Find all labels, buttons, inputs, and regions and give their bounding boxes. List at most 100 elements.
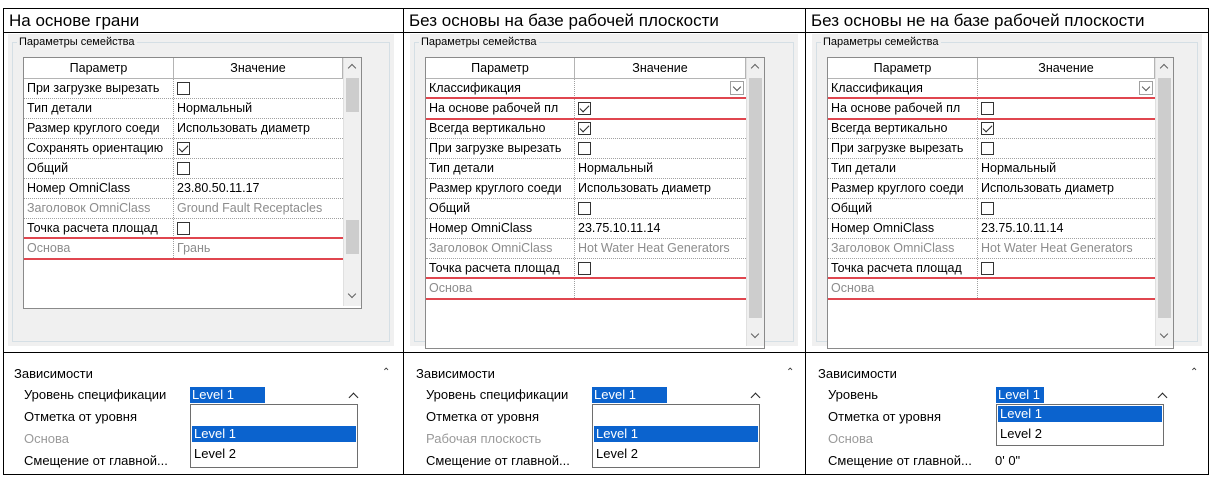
table-row[interactable]: Точка расчета площад: [24, 219, 343, 239]
dropdown-option[interactable]: Level 1: [192, 426, 356, 442]
collapse-icon[interactable]: ⌃: [786, 368, 794, 378]
dropdown-option[interactable]: Level 2: [594, 446, 758, 462]
scrollbar-thumb[interactable]: [346, 220, 359, 254]
table-row[interactable]: Номер OmniClass 23.75.10.11.14: [828, 219, 1155, 239]
checkbox[interactable]: [177, 162, 190, 175]
table-row[interactable]: Точка расчета площад: [426, 259, 746, 279]
table-row[interactable]: Номер OmniClass 23.80.50.11.17: [24, 179, 343, 199]
table-row[interactable]: При загрузке вырезать: [24, 79, 343, 99]
table-row[interactable]: Тип детали Нормальный: [828, 159, 1155, 179]
table-row[interactable]: Заголовок OmniClass Hot Water Heat Genera…: [426, 239, 746, 259]
vertical-scrollbar[interactable]: [343, 58, 361, 306]
collapse-icon[interactable]: ⌃: [382, 368, 390, 378]
parameter-value[interactable]: 23.80.50.11.17: [174, 179, 342, 198]
parameter-value[interactable]: [978, 79, 1154, 98]
parameter-value[interactable]: [575, 259, 745, 278]
checkbox[interactable]: [981, 122, 994, 135]
parameter-value[interactable]: [978, 119, 1154, 138]
column-header-value[interactable]: Значение: [978, 58, 1155, 78]
checkbox[interactable]: [578, 142, 591, 155]
table-row[interactable]: Общий: [24, 159, 343, 179]
parameter-value[interactable]: [575, 199, 745, 218]
dropdown-option[interactable]: Level 1: [998, 406, 1162, 422]
table-row[interactable]: Всегда вертикально: [828, 119, 1155, 139]
dropdown-option[interactable]: Level 2: [998, 426, 1162, 442]
scroll-up-icon[interactable]: [344, 58, 361, 75]
parameter-value[interactable]: [174, 219, 342, 238]
checkbox[interactable]: [578, 262, 591, 275]
table-row[interactable]: При загрузке вырезать: [828, 139, 1155, 159]
parameter-value[interactable]: [174, 159, 342, 178]
parameter-value[interactable]: [575, 79, 745, 98]
scroll-down-icon[interactable]: [344, 287, 361, 304]
parameter-value[interactable]: Hot Water Heat Generators: [575, 239, 745, 258]
table-row[interactable]: Точка расчета площад: [828, 259, 1155, 279]
scrollbar-thumb[interactable]: [1158, 78, 1171, 318]
level-select[interactable]: Level 1: [996, 387, 1044, 403]
parameter-value[interactable]: [978, 139, 1154, 158]
parameter-value[interactable]: [978, 199, 1154, 218]
checkbox[interactable]: [981, 142, 994, 155]
checkbox[interactable]: [981, 202, 994, 215]
dropdown-option[interactable]: Level 1: [594, 426, 758, 442]
table-row[interactable]: Заголовок OmniClass Ground Fault Receptac…: [24, 199, 343, 219]
checkbox[interactable]: [578, 202, 591, 215]
scrollbar-thumb[interactable]: [749, 78, 762, 318]
parameter-value[interactable]: 23.75.10.11.14: [575, 219, 745, 238]
parameter-value[interactable]: [978, 259, 1154, 278]
table-row[interactable]: Номер OmniClass 23.75.10.11.14: [426, 219, 746, 239]
level-dropdown[interactable]: Level 1 Level 2: [190, 404, 358, 468]
checkbox[interactable]: [177, 142, 190, 155]
offset-value[interactable]: 0' 0": [995, 453, 1020, 469]
table-row[interactable]: Тип детали Нормальный: [426, 159, 746, 179]
table-row[interactable]: Размер круглого соеди Использовать диамет…: [24, 119, 343, 139]
parameters-table[interactable]: Параметр Значение Классификация На основе р…: [827, 57, 1174, 349]
scroll-down-icon[interactable]: [1156, 327, 1173, 344]
parameter-value[interactable]: Hot Water Heat Generators: [978, 239, 1154, 258]
table-row[interactable]: Общий: [828, 199, 1155, 219]
parameter-value[interactable]: Использовать диаметр: [174, 119, 342, 138]
checkbox[interactable]: [177, 222, 190, 235]
parameter-value[interactable]: [575, 139, 745, 158]
chevron-down-icon[interactable]: [730, 81, 744, 95]
parameter-value[interactable]: Ground Fault Receptacles: [174, 199, 342, 218]
parameter-value[interactable]: Использовать диаметр: [978, 179, 1154, 198]
table-row[interactable]: Размер круглого соеди Использовать диамет…: [426, 179, 746, 199]
table-row[interactable]: Классификация: [828, 79, 1155, 99]
column-header-value[interactable]: Значение: [174, 58, 343, 78]
table-row[interactable]: При загрузке вырезать: [426, 139, 746, 159]
scrollbar-thumb[interactable]: [346, 78, 359, 112]
scroll-down-icon[interactable]: [747, 327, 764, 344]
dropdown-option[interactable]: Level 2: [192, 446, 356, 462]
checkbox[interactable]: [578, 122, 591, 135]
parameter-value[interactable]: [575, 119, 745, 138]
table-row[interactable]: Всегда вертикально: [426, 119, 746, 139]
table-row[interactable]: Тип детали Нормальный: [24, 99, 343, 119]
table-row[interactable]: Сохранять ориентацию: [24, 139, 343, 159]
parameter-value[interactable]: [174, 79, 342, 98]
column-header-parameter[interactable]: Параметр: [24, 58, 174, 78]
level-select[interactable]: Level 1: [190, 387, 265, 403]
column-header-value[interactable]: Значение: [575, 58, 746, 78]
vertical-scrollbar[interactable]: [746, 58, 764, 346]
level-select[interactable]: Level 1: [592, 387, 667, 403]
scroll-up-icon[interactable]: [1156, 58, 1173, 75]
column-header-parameter[interactable]: Параметр: [828, 58, 978, 78]
vertical-scrollbar[interactable]: [1155, 58, 1173, 346]
scroll-up-icon[interactable]: [747, 58, 764, 75]
parameters-table[interactable]: Параметр Значение Классификация На основе р…: [425, 57, 765, 349]
chevron-down-icon[interactable]: [1139, 81, 1153, 95]
checkbox[interactable]: [177, 82, 190, 95]
parameter-value[interactable]: Нормальный: [174, 99, 342, 118]
parameter-value[interactable]: Использовать диаметр: [575, 179, 745, 198]
level-dropdown[interactable]: Level 1 Level 2: [996, 404, 1164, 446]
parameter-value[interactable]: [174, 139, 342, 158]
level-dropdown[interactable]: Level 1 Level 2: [592, 404, 760, 468]
table-row[interactable]: Заголовок OmniClass Hot Water Heat Genera…: [828, 239, 1155, 259]
parameter-value[interactable]: 23.75.10.11.14: [978, 219, 1154, 238]
table-row[interactable]: Размер круглого соеди Использовать диамет…: [828, 179, 1155, 199]
checkbox[interactable]: [981, 262, 994, 275]
table-row[interactable]: Общий: [426, 199, 746, 219]
column-header-parameter[interactable]: Параметр: [426, 58, 575, 78]
parameters-table[interactable]: Параметр Значение При загрузке вырезать Тип…: [23, 57, 362, 309]
